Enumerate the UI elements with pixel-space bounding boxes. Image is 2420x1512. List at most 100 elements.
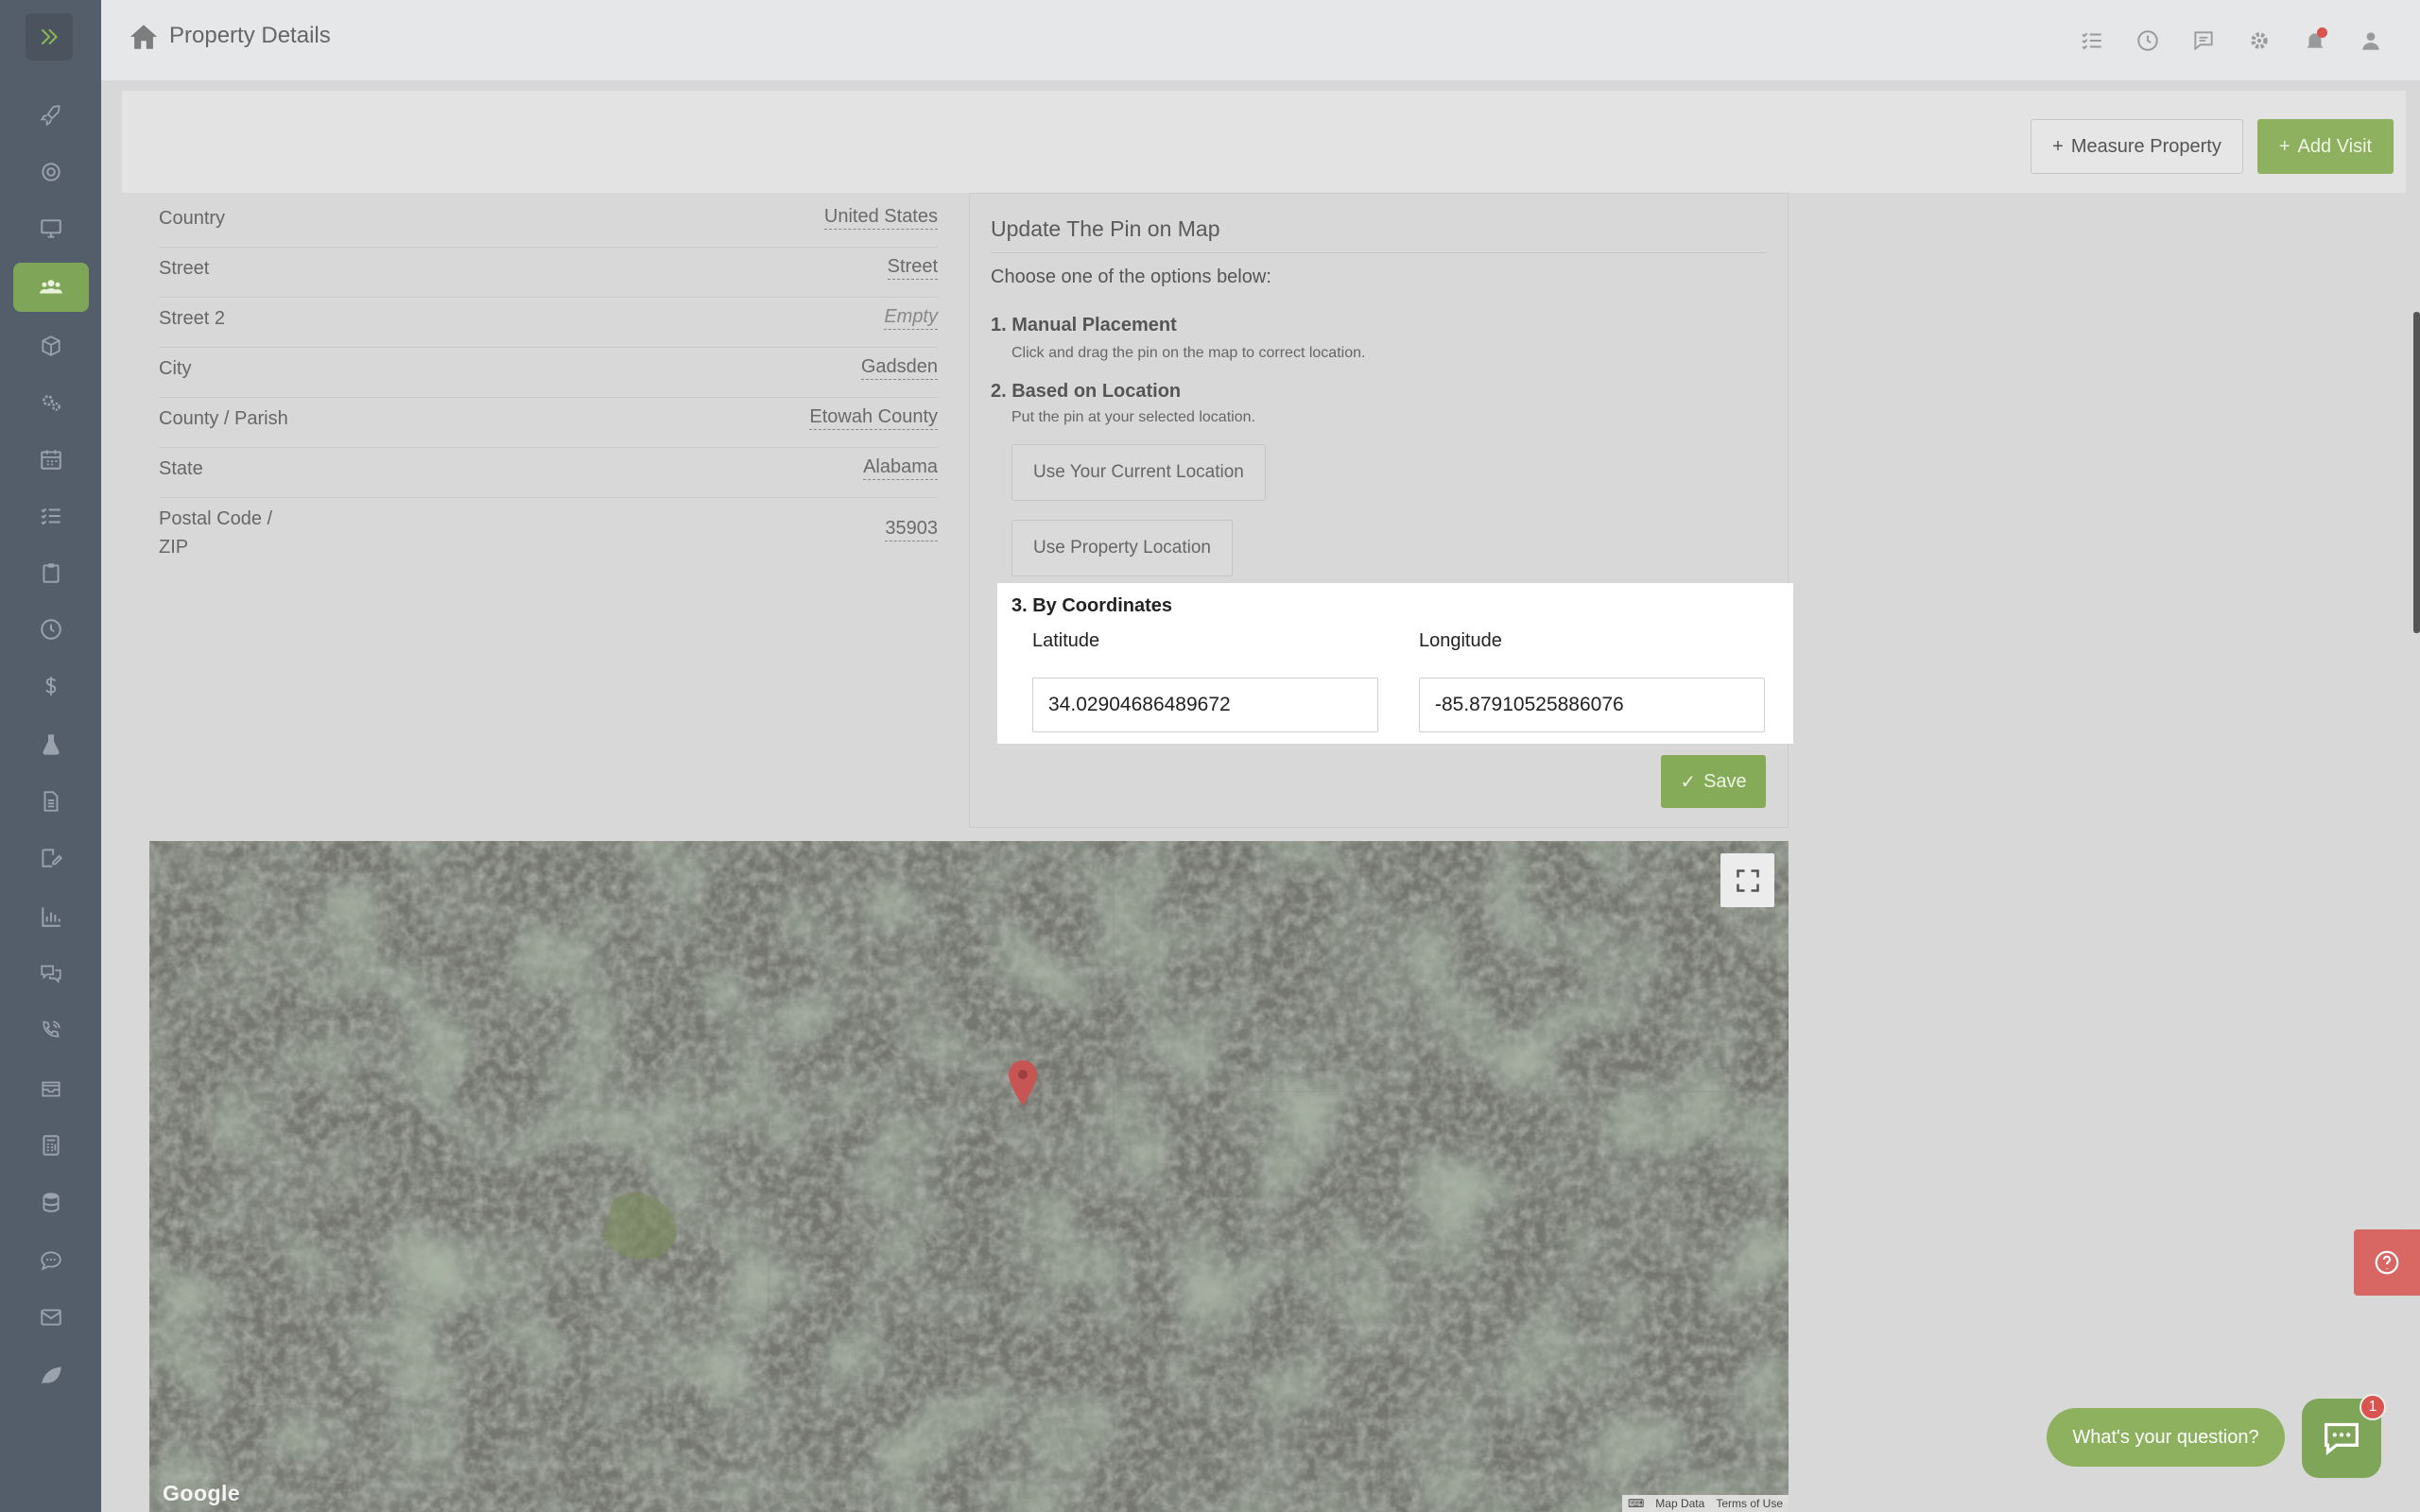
coordinates-section: 3. By Coordinates Latitude Longitude (997, 583, 1793, 744)
use-property-location-button[interactable]: Use Property Location (1011, 520, 1233, 576)
save-label: Save (1703, 770, 1747, 792)
tasks-header-button[interactable] (2078, 26, 2106, 55)
gears-icon (43, 395, 60, 411)
sidebar-item-clipboard[interactable] (13, 548, 89, 597)
use-current-location-button[interactable]: Use Your Current Location (1011, 444, 1266, 501)
longitude-input[interactable] (1419, 678, 1765, 732)
sidebar-item-sms[interactable] (13, 1236, 89, 1285)
latitude-label: Latitude (1032, 630, 1100, 651)
sidebar-item-calendar[interactable] (13, 435, 89, 484)
history-header-button[interactable] (2134, 26, 2162, 55)
clock-icon (41, 619, 61, 640)
sidebar-item-billing[interactable] (13, 662, 89, 711)
save-coordinates-button[interactable]: ✓ Save (1661, 755, 1766, 808)
sidebar-item-tasks[interactable] (13, 491, 89, 541)
flask-icon (43, 734, 60, 755)
chat-unread-badge: 1 (2360, 1394, 2386, 1420)
address-label: City (159, 358, 192, 379)
sidebar-item-leaf[interactable] (13, 1349, 89, 1399)
document-icon (43, 791, 59, 812)
notifications-header-button[interactable] (2301, 26, 2329, 55)
address-value-city[interactable]: Gadsden (860, 354, 938, 380)
google-logo: Google (163, 1481, 241, 1505)
address-row-street2: Street 2 Empty (159, 304, 938, 348)
lifebuoy-icon (42, 163, 60, 181)
address-row-street: Street Street (159, 254, 938, 298)
sidebar-item-desktop[interactable] (13, 204, 89, 253)
latitude-input[interactable] (1032, 678, 1378, 732)
map-attribution: ⌨ Map Data Terms of Use (1621, 1495, 1789, 1512)
checklist-icon (41, 507, 60, 525)
action-toolbar: + Measure Property + Add Visit (122, 91, 2406, 193)
address-row-postal: Postal Code / ZIP 35903 (159, 505, 938, 561)
option-location-title: 2. Based on Location (991, 381, 1182, 402)
clock-icon (2137, 30, 2158, 51)
sidebar-item-inbox[interactable] (13, 1064, 89, 1113)
longitude-label: Longitude (1419, 630, 1502, 651)
map-fullscreen-button[interactable] (1720, 853, 1774, 907)
messages-header-button[interactable] (2189, 26, 2218, 55)
leaf-icon (42, 1366, 61, 1384)
plus-icon: + (2052, 135, 2064, 157)
address-value-country[interactable]: United States (823, 204, 938, 230)
address-value-street[interactable]: Street (887, 254, 938, 280)
comment-icon (2194, 31, 2213, 51)
option-location-desc: Put the pin at your selected location. (1011, 409, 1255, 425)
add-visit-button[interactable]: + Add Visit (2257, 119, 2394, 174)
address-value-county[interactable]: Etowah County (809, 404, 938, 430)
sidebar-item-settings[interactable] (13, 378, 89, 427)
satellite-map[interactable]: Google ⌨ Map Data Terms of Use (149, 841, 1789, 1512)
sidebar-item-database[interactable] (13, 1177, 89, 1227)
page-title: Property Details (169, 23, 331, 48)
sidebar-item-customers[interactable] (13, 263, 89, 312)
address-label: Street (159, 258, 210, 279)
plus-icon: + (2278, 135, 2290, 157)
address-value-state[interactable]: Alabama (863, 455, 938, 480)
satellite-imagery (149, 841, 1789, 1512)
sidebar-item-products[interactable] (13, 321, 89, 370)
keyboard-icon[interactable]: ⌨ (1628, 1497, 1644, 1510)
sidebar-item-rocket[interactable] (13, 91, 89, 140)
map-pin-marker[interactable] (1006, 1058, 1040, 1108)
sidebar-item-reports[interactable] (13, 892, 89, 941)
sms-icon (41, 1251, 61, 1271)
box-icon (42, 335, 60, 356)
address-value-postal[interactable]: 35903 (885, 516, 938, 541)
divider (991, 252, 1766, 253)
sidebar-item-support[interactable] (13, 147, 89, 197)
sidebar-item-history[interactable] (13, 605, 89, 654)
pin-panel-subtitle: Choose one of the options below: (991, 266, 1271, 287)
help-tab[interactable] (2354, 1229, 2420, 1296)
sidebar-item-calculator[interactable] (13, 1121, 89, 1170)
address-value-street2[interactable]: Empty (884, 304, 938, 330)
phone-icon (43, 1021, 60, 1038)
sidebar-item-sign[interactable] (13, 833, 89, 883)
checklist-icon (2082, 32, 2101, 50)
sidebar-item-calls[interactable] (13, 1005, 89, 1055)
map-data-link[interactable]: Map Data (1655, 1497, 1704, 1510)
sidebar-item-email[interactable] (13, 1293, 89, 1342)
address-label: Postal Code / ZIP (159, 508, 273, 558)
profile-header-button[interactable] (2357, 26, 2385, 55)
option-manual-title: 1. Manual Placement (991, 315, 1177, 335)
user-icon (2362, 32, 2379, 50)
bar-chart-icon (42, 907, 60, 927)
settings-header-button[interactable] (2245, 26, 2273, 55)
question-circle-icon (2375, 1250, 2399, 1275)
sidebar-item-documents[interactable] (13, 777, 89, 826)
sidebar-item-lab[interactable] (13, 720, 89, 769)
sidebar-item-messages[interactable] (13, 949, 89, 998)
chat-prompt-bubble[interactable]: What's your question? (2047, 1408, 2285, 1467)
measure-property-button[interactable]: + Measure Property (2031, 119, 2243, 174)
page-scrollbar[interactable] (2413, 312, 2420, 633)
address-row-county: County / Parish Etowah County (159, 404, 938, 448)
notification-dot (2317, 27, 2327, 38)
chat-bubbles-icon (41, 965, 61, 984)
address-row-city: City Gadsden (159, 354, 938, 398)
sidebar (0, 0, 101, 1512)
terms-link[interactable]: Terms of Use (1716, 1497, 1783, 1510)
database-icon (43, 1193, 60, 1212)
top-header: Property Details (101, 0, 2420, 81)
sidebar-toggle-button[interactable] (26, 13, 73, 60)
users-icon (40, 280, 62, 294)
